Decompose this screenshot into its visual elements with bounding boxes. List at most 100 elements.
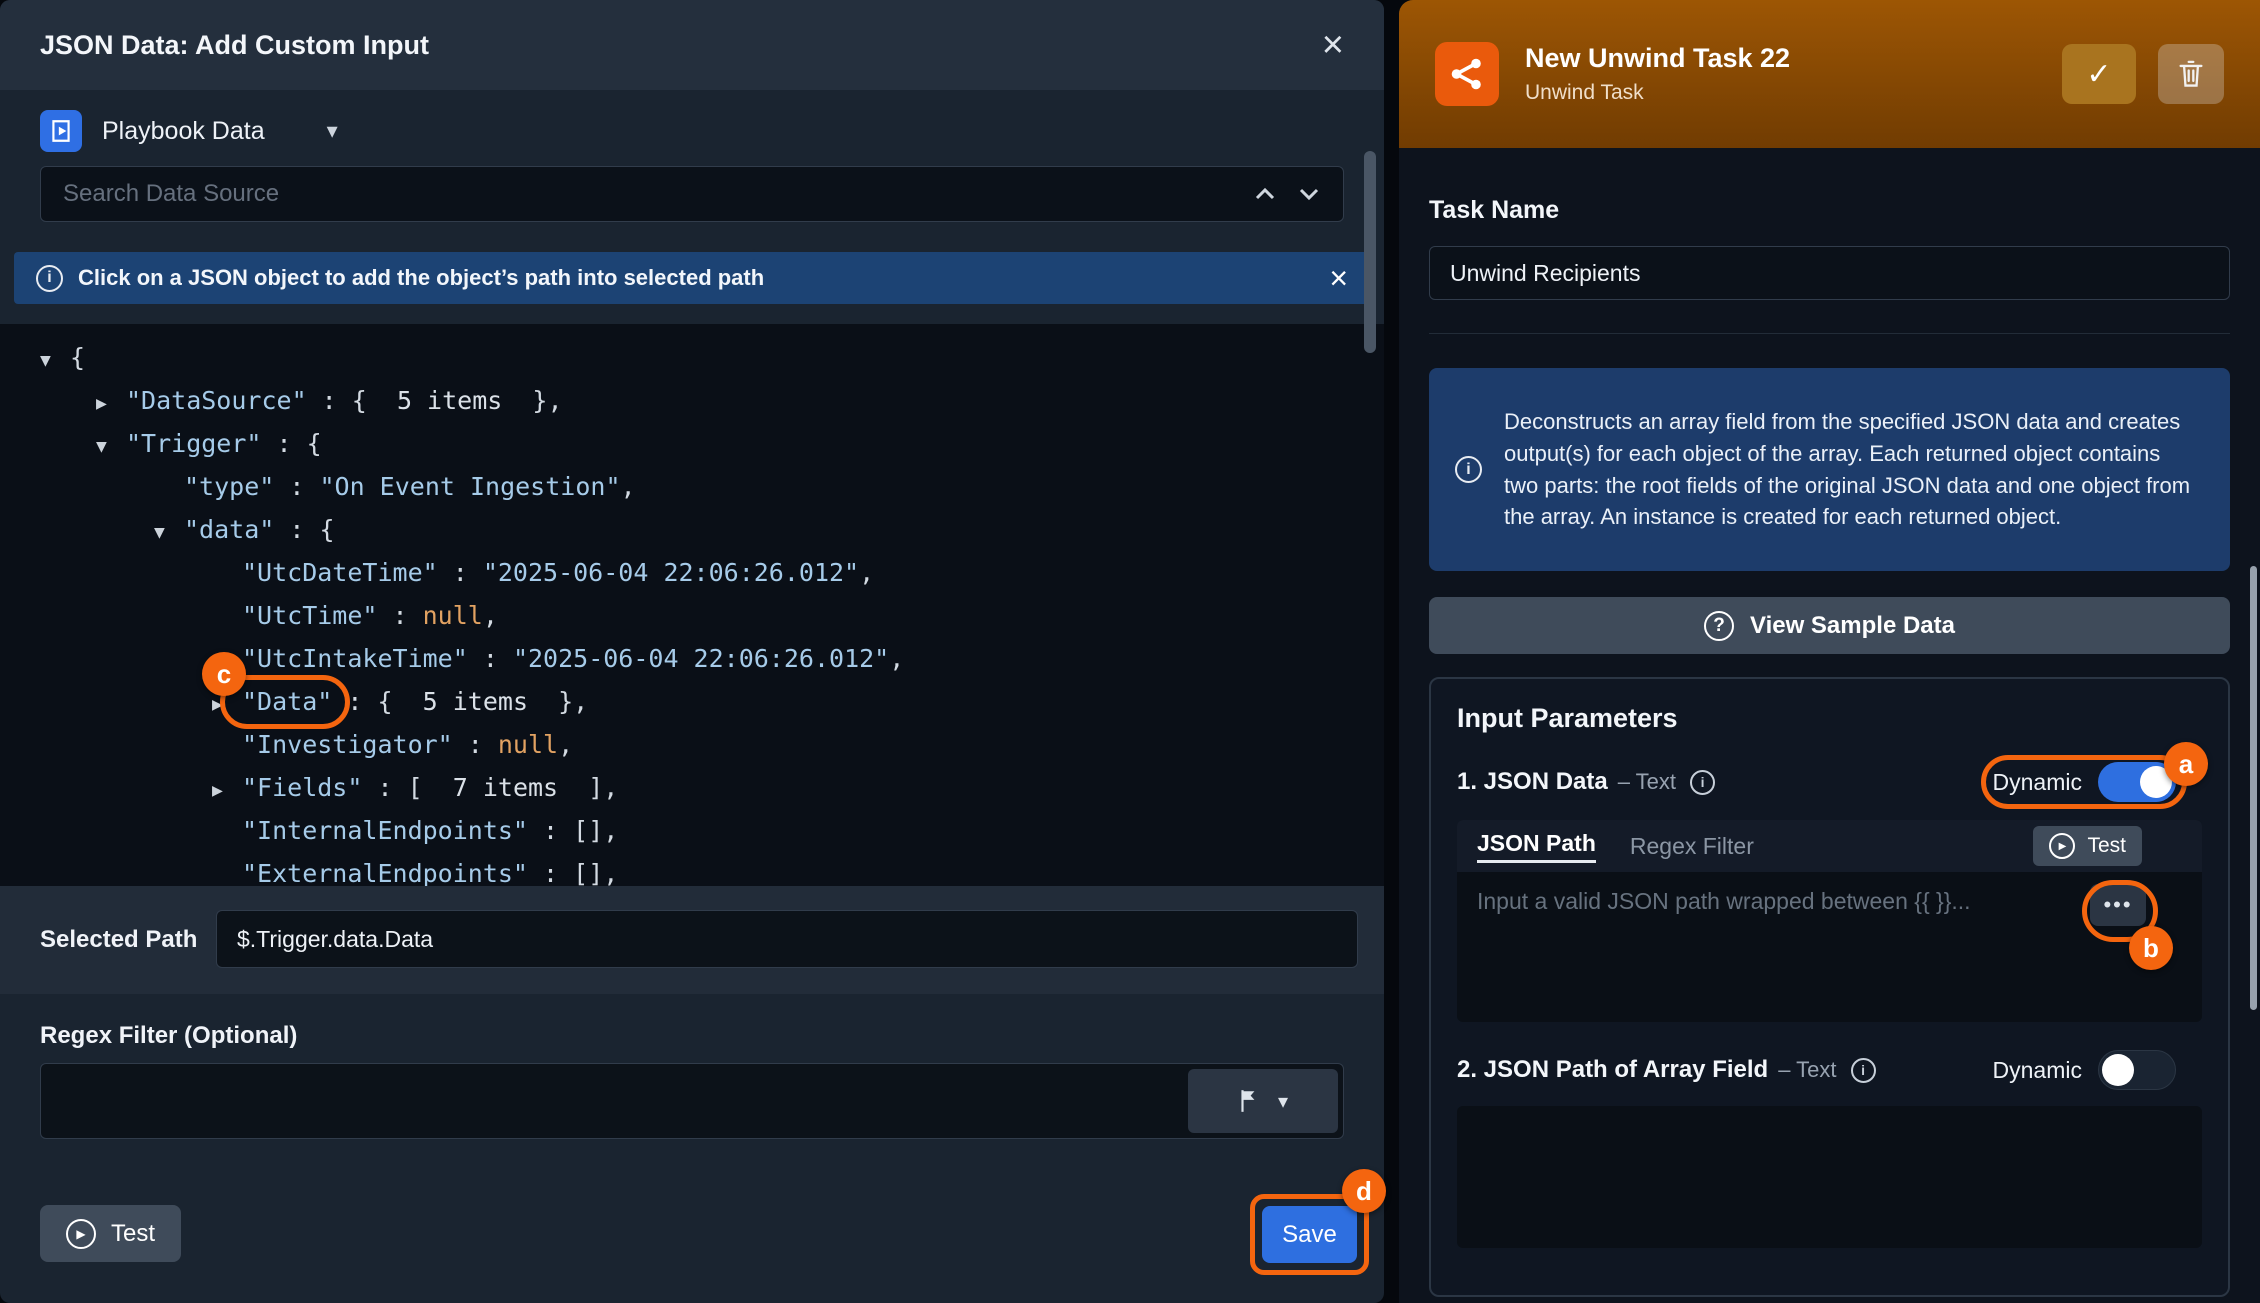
selected-path-input[interactable] bbox=[216, 910, 1358, 968]
param-test-button[interactable]: ▶ Test bbox=[2033, 826, 2142, 866]
expand-icon[interactable]: ▶ bbox=[96, 382, 126, 425]
annotation-badge-a: a bbox=[2164, 742, 2208, 786]
json-segment-sep: : bbox=[377, 601, 422, 630]
json-tree-line[interactable]: "InternalEndpoints" : [], bbox=[0, 809, 1384, 852]
info-icon: i bbox=[1851, 1058, 1876, 1083]
toggle-knob bbox=[2102, 1054, 2134, 1086]
json-segment-cnt: 5 items bbox=[367, 386, 533, 415]
param-2-label: 2. JSON Path of Array Field bbox=[1457, 1056, 1768, 1084]
check-icon: ✓ bbox=[2086, 57, 2111, 92]
test-button-label: Test bbox=[111, 1220, 155, 1248]
test-button[interactable]: ▶ Test bbox=[40, 1205, 181, 1262]
more-options-button[interactable]: ••• bbox=[2090, 884, 2146, 926]
json-tree-line[interactable]: ▶"DataSource" : { 5 items }, bbox=[0, 379, 1384, 422]
expand-icon[interactable]: ▶ bbox=[212, 769, 242, 812]
regex-filter-input[interactable] bbox=[41, 1064, 1343, 1138]
task-name-label: Task Name bbox=[1429, 196, 1559, 225]
data-source-dropdown[interactable]: Playbook Data ▾ bbox=[40, 102, 338, 160]
json-segment-br: [ bbox=[408, 773, 423, 802]
json-tree-scrollbar[interactable] bbox=[1364, 151, 1376, 353]
collapse-icon[interactable]: ▼ bbox=[40, 339, 70, 382]
play-icon: ▶ bbox=[66, 1219, 96, 1249]
view-sample-data-button[interactable]: ? View Sample Data bbox=[1429, 597, 2230, 654]
json-segment-key[interactable]: "ExternalEndpoints" bbox=[242, 859, 528, 886]
dynamic-toggle[interactable] bbox=[2098, 1050, 2176, 1090]
search-input[interactable] bbox=[63, 180, 1253, 208]
divider bbox=[1429, 333, 2230, 334]
param-2-row: 2. JSON Path of Array Field – Text i Dyn… bbox=[1457, 1048, 2202, 1092]
json-tree-line[interactable]: "Investigator" : null, bbox=[0, 723, 1384, 766]
input-parameters-title: Input Parameters bbox=[1457, 703, 2202, 734]
json-segment-key[interactable]: "data" bbox=[184, 515, 274, 544]
json-tree-line[interactable]: ▶"Fields" : [ 7 items ], bbox=[0, 766, 1384, 809]
json-tree-line[interactable]: "type" : "On Event Ingestion", bbox=[0, 465, 1384, 508]
chevron-down-icon: ▾ bbox=[327, 118, 338, 144]
json-segment-key[interactable]: "UtcDateTime" bbox=[242, 558, 438, 587]
json-tree-line[interactable]: ▼"data" : { bbox=[0, 508, 1384, 551]
task-header-actions: ✓ bbox=[2062, 44, 2224, 104]
panel-scrollbar[interactable] bbox=[2250, 566, 2257, 1010]
unwind-task-icon bbox=[1435, 42, 1499, 106]
json-segment-key[interactable]: "UtcIntakeTime" bbox=[242, 644, 468, 673]
json-segment-nul: null bbox=[423, 601, 483, 630]
regex-filter-label: Regex Filter (Optional) bbox=[40, 1022, 297, 1050]
json-tree-line[interactable]: "ExternalEndpoints" : [], bbox=[0, 852, 1384, 886]
confirm-button[interactable]: ✓ bbox=[2062, 44, 2136, 104]
json-tree-line[interactable]: ▼"Trigger" : { bbox=[0, 422, 1384, 465]
annotation-badge-d: d bbox=[1342, 1169, 1386, 1213]
json-tree-line[interactable]: "UtcTime" : null, bbox=[0, 594, 1384, 637]
tab-json-path[interactable]: JSON Path bbox=[1477, 830, 1596, 863]
delete-button[interactable] bbox=[2158, 44, 2224, 104]
modal-title: JSON Data: Add Custom Input bbox=[40, 30, 429, 61]
save-button-label: Save bbox=[1282, 1221, 1337, 1249]
info-icon: i bbox=[1690, 770, 1715, 795]
json-segment-br: [], bbox=[573, 859, 618, 886]
array-field-textarea[interactable] bbox=[1457, 1106, 2202, 1248]
info-banner: i Click on a JSON object to add the obje… bbox=[14, 252, 1370, 304]
chevron-up-icon[interactable] bbox=[1253, 186, 1277, 202]
task-name-input[interactable] bbox=[1429, 246, 2230, 300]
annotation-badge-c: c bbox=[202, 652, 246, 696]
collapse-icon[interactable]: ▼ bbox=[154, 511, 184, 554]
json-segment-br: , bbox=[558, 730, 573, 759]
json-segment-br: { bbox=[377, 687, 392, 716]
json-segment-key[interactable]: "Trigger" bbox=[126, 429, 261, 458]
json-segment-str: "2025-06-04 22:06:26.012" bbox=[513, 644, 889, 673]
chevron-down-icon[interactable] bbox=[1297, 186, 1321, 202]
param-1-type: – Text bbox=[1618, 769, 1676, 795]
json-tree-line[interactable]: ▼{ bbox=[0, 336, 1384, 379]
dynamic-label: Dynamic bbox=[1993, 1057, 2082, 1084]
json-segment-br: { bbox=[307, 429, 322, 458]
save-button[interactable]: Save bbox=[1262, 1206, 1357, 1263]
close-icon[interactable]: × bbox=[1329, 262, 1348, 294]
json-segment-key[interactable]: "Investigator" bbox=[242, 730, 453, 759]
param-1-editor: JSON Path Regex Filter ▶ Test ••• bbox=[1457, 820, 2202, 1022]
json-segment-key[interactable]: "UtcTime" bbox=[242, 601, 377, 630]
json-segment-key[interactable]: "Data" bbox=[242, 687, 332, 716]
regex-filter-field: ▾ bbox=[40, 1063, 1344, 1139]
task-config-panel: New Unwind Task 22 Unwind Task ✓ Task Na… bbox=[1399, 0, 2260, 1303]
param-1-tabs: JSON Path Regex Filter ▶ Test bbox=[1457, 820, 2202, 872]
close-icon[interactable]: × bbox=[1322, 26, 1344, 64]
collapse-icon[interactable]: ▼ bbox=[96, 425, 126, 468]
json-segment-key[interactable]: "type" bbox=[184, 472, 274, 501]
json-tree-line[interactable]: "UtcDateTime" : "2025-06-04 22:06:26.012… bbox=[0, 551, 1384, 594]
json-segment-cnt: 5 items bbox=[393, 687, 559, 716]
tab-regex-filter[interactable]: Regex Filter bbox=[1630, 833, 1754, 860]
param-2-type: – Text bbox=[1778, 1057, 1836, 1083]
search-nav-icons bbox=[1253, 186, 1321, 202]
dynamic-label: Dynamic bbox=[1993, 769, 2082, 796]
search-bar bbox=[40, 166, 1344, 222]
json-segment-key[interactable]: "Fields" bbox=[242, 773, 362, 802]
json-segment-key[interactable]: "DataSource" bbox=[126, 386, 307, 415]
json-segment-sep: : bbox=[362, 773, 407, 802]
json-segment-br: , bbox=[483, 601, 498, 630]
json-segment-key[interactable]: "InternalEndpoints" bbox=[242, 816, 528, 845]
param-2-dynamic: Dynamic bbox=[1993, 1050, 2176, 1090]
json-segment-sep: : bbox=[332, 687, 377, 716]
selected-path-label: Selected Path bbox=[40, 926, 197, 954]
regex-flags-button[interactable]: ▾ bbox=[1188, 1069, 1338, 1133]
json-segment-sep: : bbox=[528, 859, 573, 886]
json-segment-sep: : bbox=[274, 472, 319, 501]
json-segment-sep: : bbox=[438, 558, 483, 587]
